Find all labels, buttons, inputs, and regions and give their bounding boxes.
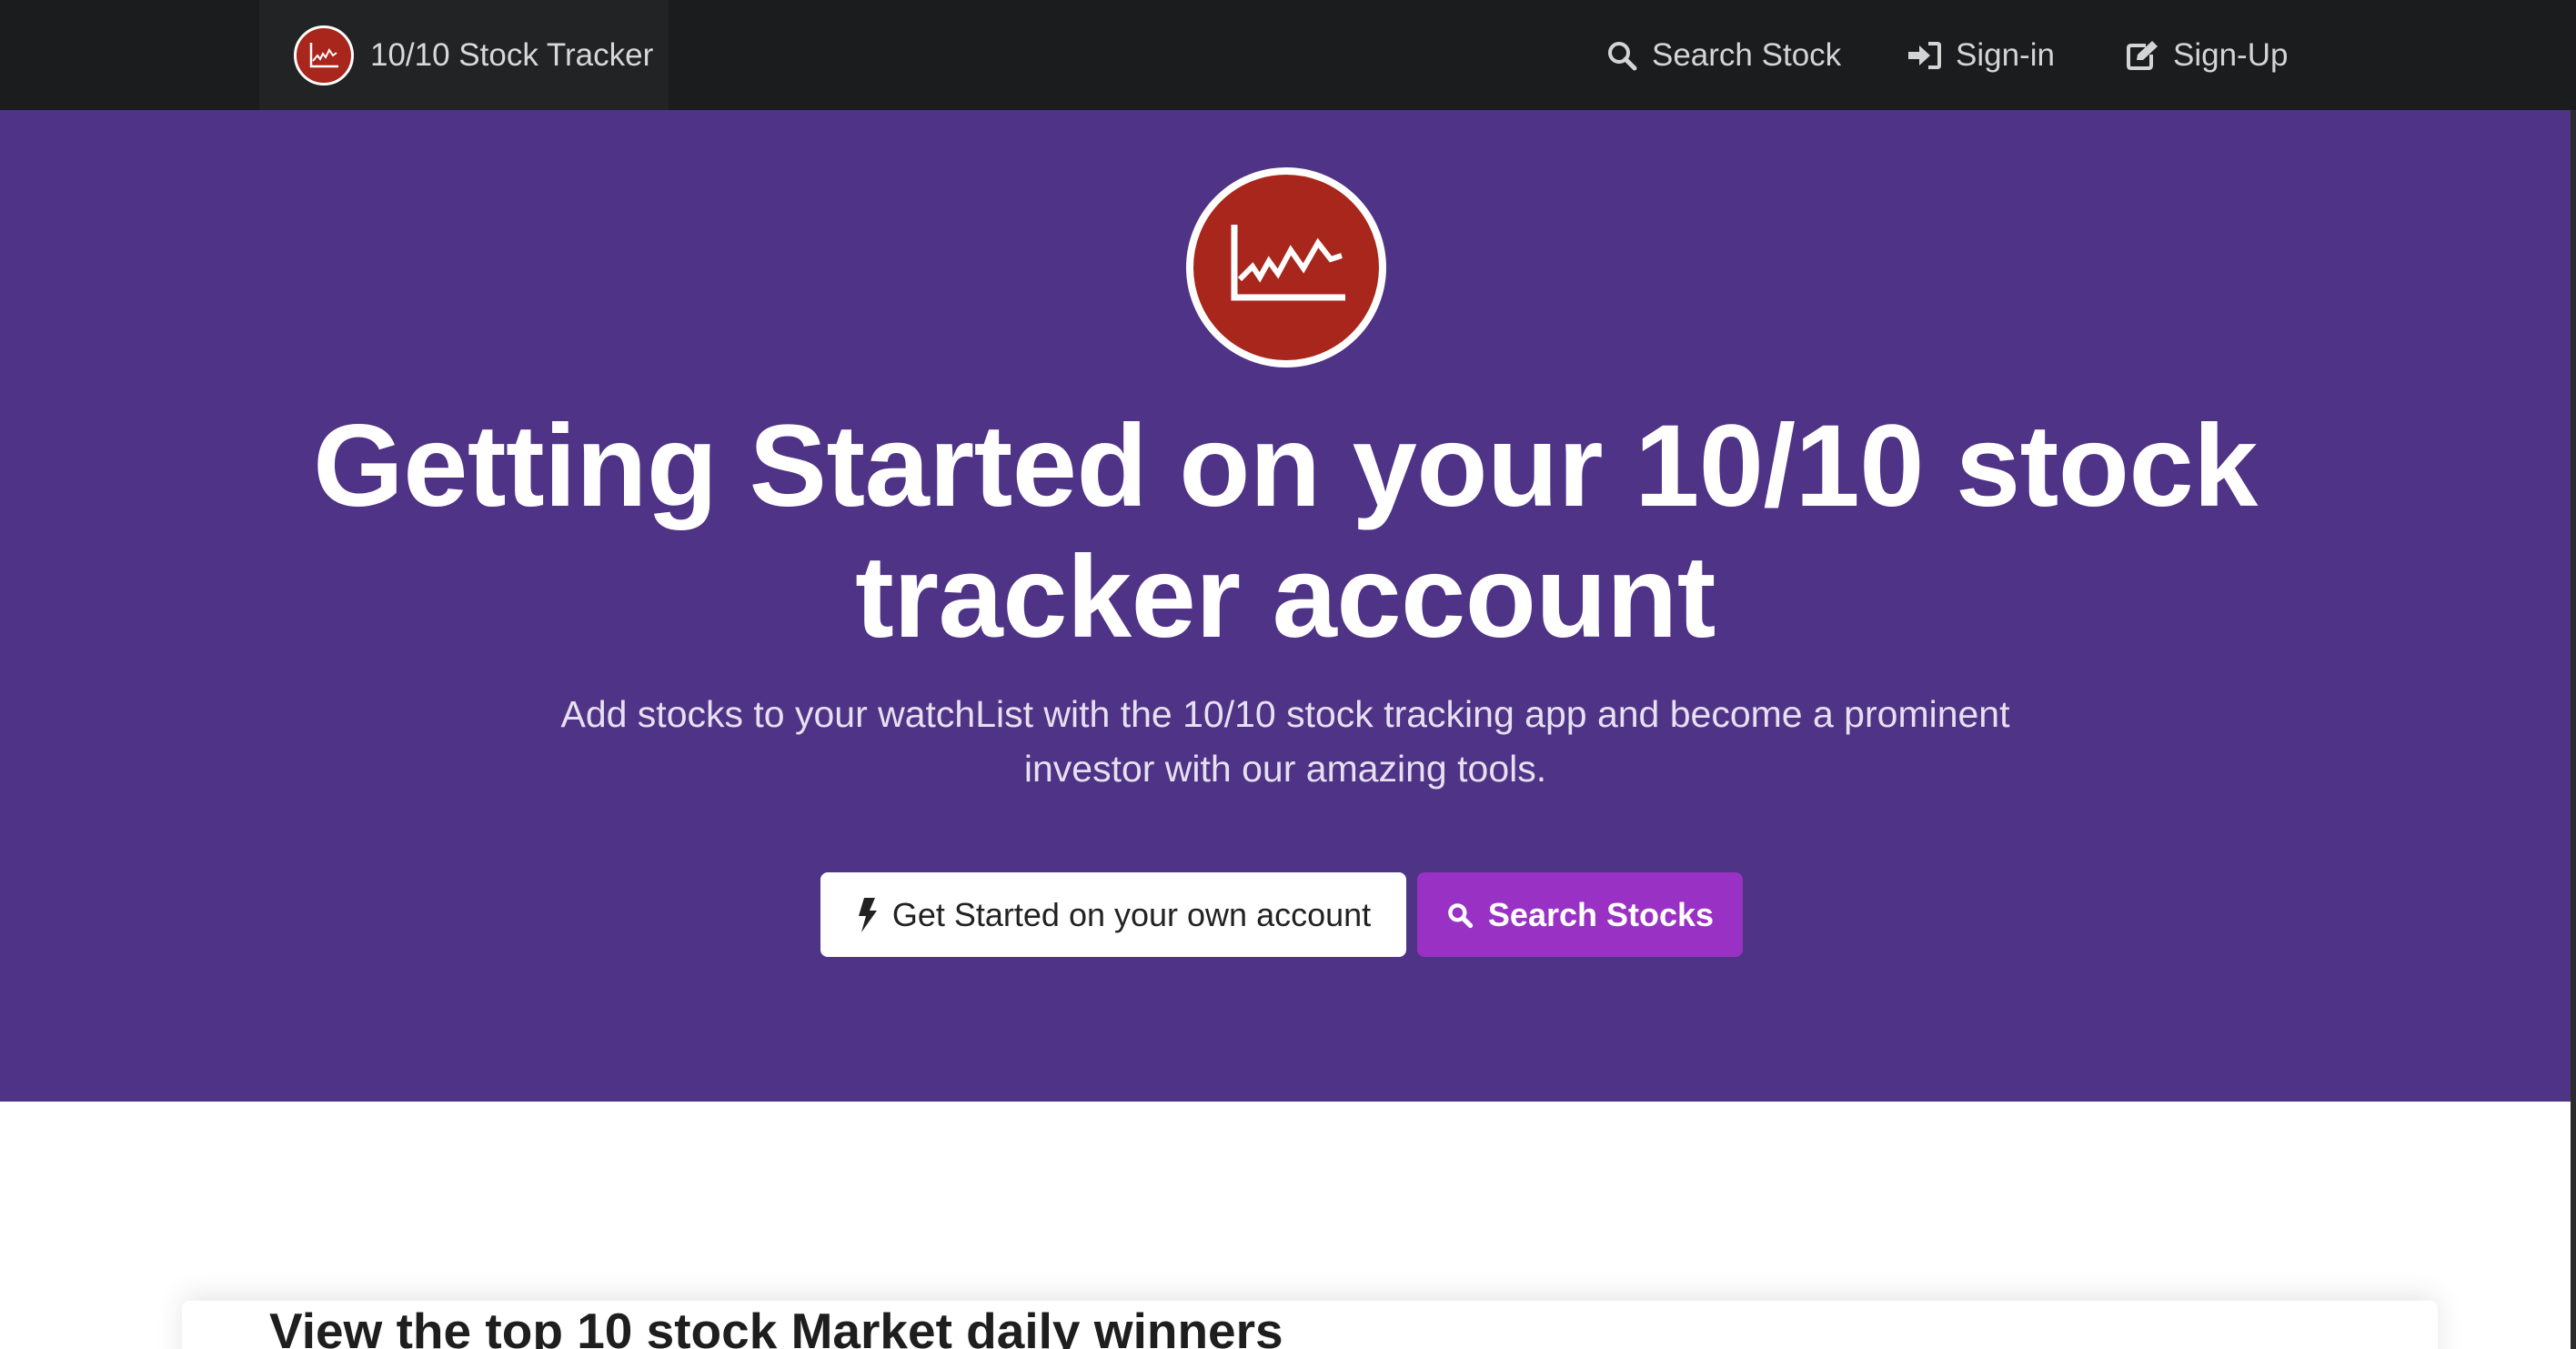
daily-winners-card: View the top 10 stock Market daily winne… — [182, 1301, 2438, 1349]
top-navbar: 10/10 Stock Tracker Search Stock Sign-in… — [0, 0, 2576, 110]
search-icon — [1608, 41, 1637, 70]
page-title: Getting Started on your 10/10 stock trac… — [313, 401, 2258, 662]
nav-sign-up-label: Sign-Up — [2173, 36, 2289, 73]
hero-subtitle: Add stocks to your watchList with the 10… — [560, 693, 2010, 790]
search-stocks-label: Search Stocks — [1487, 895, 1715, 933]
section-heading: View the top 10 stock Market daily winne… — [269, 1303, 1283, 1349]
scrollbar-edge — [2571, 110, 2576, 1349]
search-stocks-button[interactable]: Search Stocks — [1417, 872, 1743, 957]
sign-in-icon — [1908, 41, 1941, 69]
nav-search-stock-label: Search Stock — [1652, 36, 1842, 73]
page: 10/10 Stock Tracker Search Stock Sign-in… — [0, 0, 2576, 1349]
get-started-label: Get Started on your own account — [891, 895, 1372, 933]
nav-search-stock[interactable]: Search Stock — [1606, 0, 1841, 110]
edit-icon — [2127, 40, 2158, 70]
chart-logo-icon — [294, 25, 354, 86]
nav-sign-in-label: Sign-in — [1956, 36, 2055, 73]
brand-name: 10/10 Stock Tracker — [370, 36, 654, 73]
bolt-icon — [858, 897, 877, 932]
nav-sign-up[interactable]: Sign-Up — [2126, 0, 2288, 110]
get-started-button[interactable]: Get Started on your own account — [820, 872, 1406, 957]
brand-link[interactable]: 10/10 Stock Tracker — [259, 0, 669, 110]
chart-logo-icon — [1186, 167, 1386, 367]
hero-section: Getting Started on your 10/10 stock trac… — [0, 110, 2571, 1102]
search-icon — [1448, 902, 1474, 928]
nav-sign-in[interactable]: Sign-in — [1907, 0, 2055, 110]
